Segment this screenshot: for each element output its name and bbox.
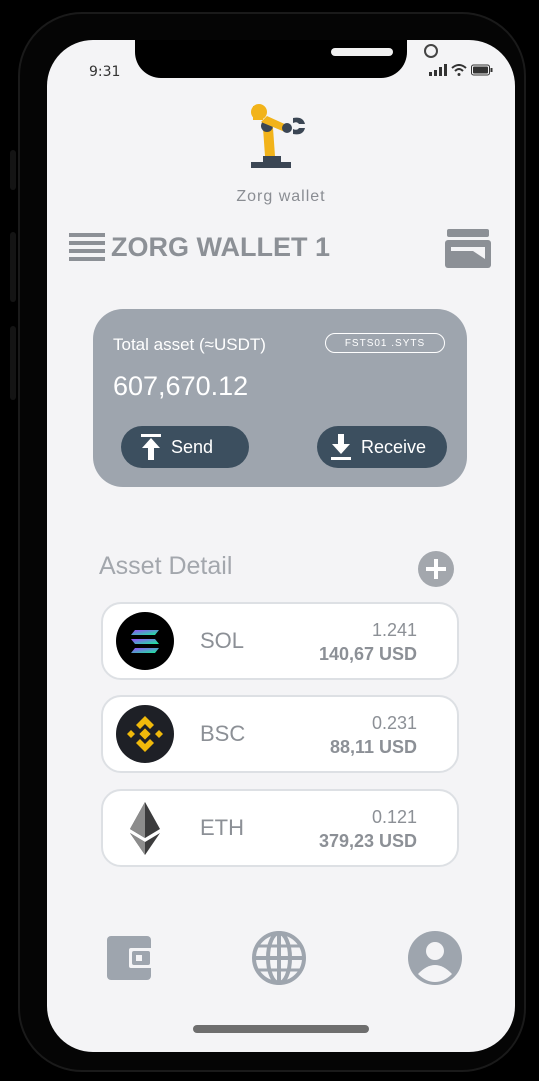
asset-row-sol[interactable]: SOL 1.241 140,67 USD [101,602,459,680]
volume-up-button [10,232,16,302]
wifi-icon [451,64,467,76]
send-button[interactable]: Send [121,426,249,468]
brand-name: Zorg wallet [236,188,326,205]
asset-amount: 1.241 [371,620,417,640]
app-screen: 9:31 Zorg wallet ZORG WALLET 1 Total ass… [47,40,515,1052]
mute-switch [10,150,16,190]
asset-usd-value: 140,67 USD [318,644,417,664]
volume-down-button [10,326,16,400]
globe-icon[interactable] [251,930,307,986]
home-indicator[interactable] [193,1025,369,1033]
hamburger-icon[interactable] [69,230,105,262]
asset-amount: 0.121 [371,807,417,827]
asset-symbol: SOL [200,628,245,653]
asset-usd-value: 88,11 USD [329,737,417,757]
ethereum-icon [130,802,160,855]
asset-row-eth[interactable]: ETH 0.121 379,23 USD [101,789,459,867]
receive-button[interactable]: Receive [317,426,447,468]
wallet-switch-icon[interactable] [443,227,493,271]
camera [424,44,438,58]
total-asset-value: 607,670.12 [113,371,249,401]
wallet-name[interactable]: ZORG WALLET 1 [111,232,330,263]
send-label: Send [171,436,214,457]
asset-usd-value: 379,23 USD [318,831,417,851]
status-time: 9:31 [89,64,121,80]
total-asset-card: Total asset (≈USDT) FSTS01 .SYTS 607,670… [93,309,467,487]
receive-label: Receive [361,436,427,457]
download-arrow-icon [331,434,351,460]
robot-arm-logo [251,104,305,168]
total-asset-label: Total asset (≈USDT) [113,335,266,354]
solana-icon [116,612,174,670]
status-icons [429,64,493,76]
asset-detail-title: Asset Detail [99,552,233,580]
asset-symbol: ETH [200,815,244,840]
plus-circle-icon[interactable] [417,550,455,588]
asset-symbol: BSC [200,721,246,746]
binance-icon [116,705,174,763]
asset-row-bsc[interactable]: BSC 0.231 88,11 USD [101,695,459,773]
signal-icon [429,64,447,76]
speaker [331,48,393,56]
notch [135,40,438,78]
upload-arrow-icon [141,434,161,460]
asset-amount: 0.231 [371,713,417,733]
network-pill-button[interactable]: FSTS01 .SYTS [325,333,445,353]
wallet-icon[interactable] [103,930,159,986]
profile-icon[interactable] [407,930,463,986]
battery-icon [471,64,493,76]
